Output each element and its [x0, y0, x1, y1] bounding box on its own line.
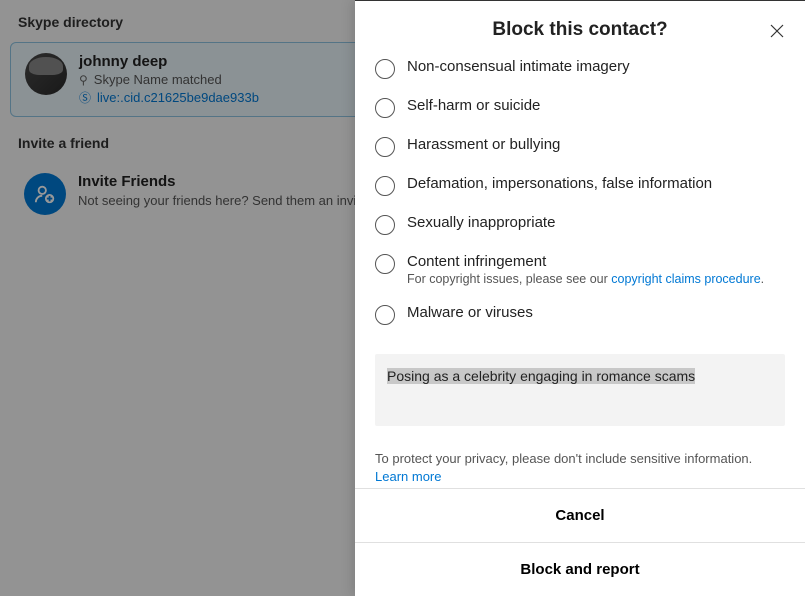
modal-body: Non-consensual intimate imagery Self-har… [355, 55, 805, 488]
modal-header: Block this contact? [355, 1, 805, 55]
modal-footer: Cancel Block and report [355, 488, 805, 596]
radio-icon [375, 137, 395, 157]
close-button[interactable] [767, 21, 787, 41]
close-icon [769, 23, 785, 39]
radio-label: Sexually inappropriate [407, 214, 555, 231]
block-modal: Block this contact? Non-consensual intim… [355, 0, 805, 596]
radio-option[interactable]: Malware or viruses [375, 295, 785, 334]
textarea-value: Posing as a celebrity engaging in romanc… [387, 368, 695, 384]
radio-label: Harassment or bullying [407, 136, 560, 153]
cancel-button[interactable]: Cancel [355, 489, 805, 542]
privacy-note: To protect your privacy, please don't in… [375, 450, 785, 486]
radio-label: Content infringement [407, 253, 764, 270]
privacy-text: To protect your privacy, please don't in… [375, 451, 752, 466]
radio-option[interactable]: Sexually inappropriate [375, 205, 785, 244]
radio-icon [375, 98, 395, 118]
radio-label: Defamation, impersonations, false inform… [407, 175, 712, 192]
radio-icon [375, 215, 395, 235]
radio-icon [375, 305, 395, 325]
modal-title: Block this contact? [492, 19, 667, 41]
radio-option[interactable]: Self-harm or suicide [375, 88, 785, 127]
radio-icon [375, 59, 395, 79]
radio-subtext: For copyright issues, please see our cop… [407, 272, 764, 286]
radio-icon [375, 254, 395, 274]
radio-option[interactable]: Defamation, impersonations, false inform… [375, 166, 785, 205]
radio-label: Non-consensual intimate imagery [407, 58, 630, 75]
radio-label: Malware or viruses [407, 304, 533, 321]
block-and-report-button[interactable]: Block and report [355, 542, 805, 596]
radio-icon [375, 176, 395, 196]
radio-option[interactable]: Content infringement For copyright issue… [375, 244, 785, 295]
radio-option[interactable]: Non-consensual intimate imagery [375, 55, 785, 88]
radio-subtext-prefix: For copyright issues, please see our [407, 272, 611, 286]
copyright-link[interactable]: copyright claims procedure [611, 272, 760, 286]
report-textarea[interactable]: Posing as a celebrity engaging in romanc… [375, 354, 785, 426]
radio-list: Non-consensual intimate imagery Self-har… [375, 55, 785, 334]
learn-more-link[interactable]: Learn more [375, 469, 441, 484]
radio-label: Self-harm or suicide [407, 97, 540, 114]
radio-option[interactable]: Harassment or bullying [375, 127, 785, 166]
